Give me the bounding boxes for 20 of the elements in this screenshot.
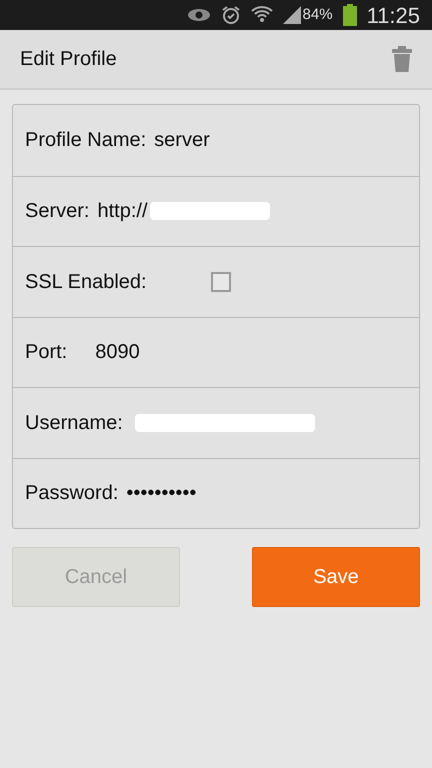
field-label: Server: [25, 199, 90, 224]
battery-icon [342, 4, 357, 26]
field-label: Profile Name: [25, 128, 146, 154]
field-label: SSL Enabled: [25, 270, 147, 295]
field-label: Username: [25, 410, 123, 436]
field-value[interactable]: server [154, 125, 210, 156]
field-label: Port: [25, 340, 68, 366]
eye-icon [186, 7, 211, 23]
field-value[interactable]: http:// [97, 196, 148, 226]
wifi-icon [250, 5, 273, 25]
screen-title: Edit Profile [20, 47, 117, 72]
trash-icon[interactable] [392, 46, 412, 72]
clock-time: 11:25 [366, 2, 420, 30]
checkbox[interactable] [210, 272, 231, 292]
battery-percent-text: 84% [302, 4, 333, 25]
signal-icon [282, 6, 301, 24]
field-value[interactable]: 8090 [95, 337, 140, 368]
alarm-icon [220, 5, 241, 25]
field-label: Password: [25, 481, 118, 506]
field-value[interactable]: •••••••••• [126, 478, 196, 508]
